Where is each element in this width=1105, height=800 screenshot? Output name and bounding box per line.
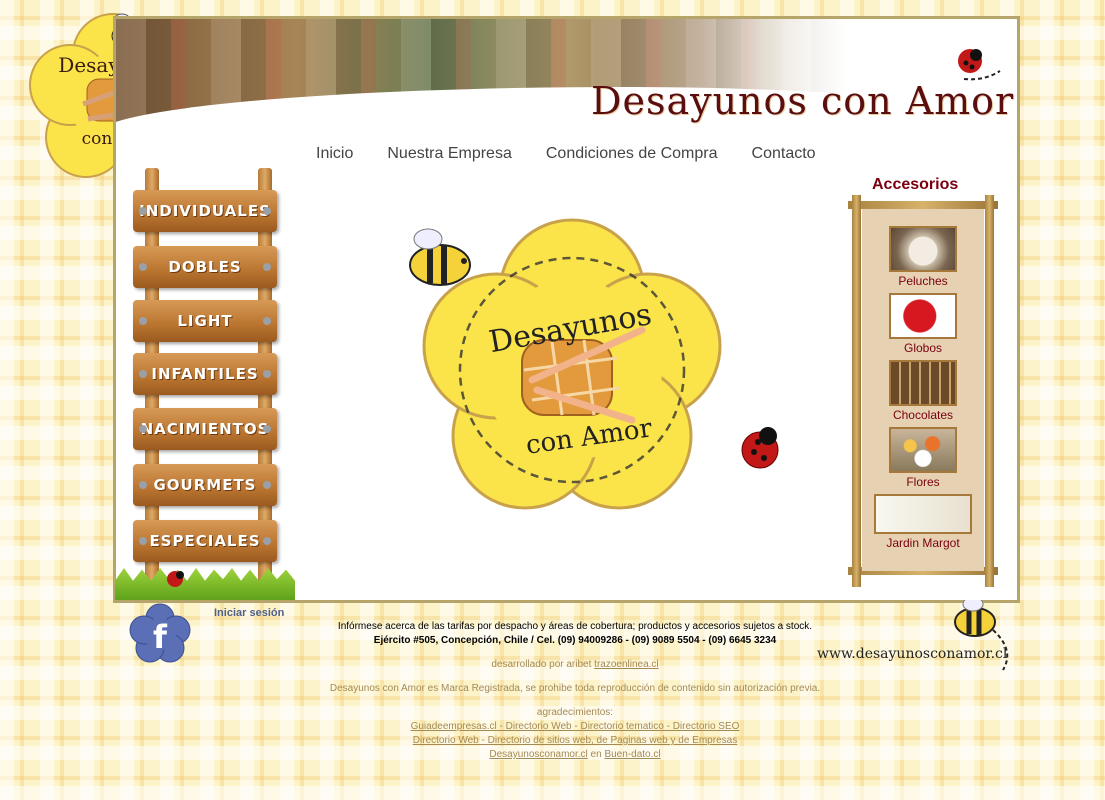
accessory-chocolates[interactable]: Chocolates	[862, 360, 984, 422]
dev-link[interactable]: trazoenlinea.cl	[594, 659, 658, 670]
accessory-label[interactable]: Peluches	[862, 274, 984, 288]
heart-balloon-icon[interactable]	[889, 293, 957, 339]
main-nav: Inicio Nuestra Empresa Condiciones de Co…	[316, 145, 816, 163]
category-individuales[interactable]: INDIVIDUALES	[133, 190, 277, 232]
accessory-peluches[interactable]: Peluches	[862, 226, 984, 288]
footer-info: Infórmese acerca de las tarifas por desp…	[337, 621, 813, 632]
footer-en: en	[590, 749, 602, 760]
footer-thanks: agradecimientos:	[536, 707, 614, 718]
accessory-label[interactable]: Flores	[862, 475, 984, 489]
chocolate-box-icon[interactable]	[889, 360, 957, 406]
login-link[interactable]: Iniciar sesión	[214, 607, 284, 619]
ladybug-icon	[958, 49, 1001, 81]
category-dobles[interactable]: DOBLES	[133, 246, 277, 288]
ladybug-icon	[167, 571, 184, 587]
thanks-link-1[interactable]: Guiadeempresas.cl - Directorio Web - Dir…	[411, 721, 740, 732]
brand-title: Desayunos con Amor	[591, 79, 1015, 123]
footer-dev: desarrollado por aribet	[491, 659, 592, 670]
svg-text:f: f	[153, 618, 168, 656]
accessory-label[interactable]: Globos	[862, 341, 984, 355]
plush-dog-icon[interactable]	[889, 226, 957, 272]
accessories-frame: Peluches Globos Chocolates Flores Jardin…	[848, 195, 998, 587]
nav-nuestra-empresa[interactable]: Nuestra Empresa	[387, 145, 512, 163]
category-infantiles[interactable]: INFANTILES	[133, 353, 277, 395]
footer-address: Ejército #505, Concepción, Chile / Cel. …	[373, 635, 777, 646]
footer: Infórmese acerca de las tarifas por desp…	[240, 620, 910, 762]
thanks-link-2[interactable]: Directorio Web - Directorio de sitios we…	[413, 735, 737, 746]
accessory-label[interactable]: Chocolates	[862, 408, 984, 422]
accessory-globos[interactable]: Globos	[862, 293, 984, 355]
nav-inicio[interactable]: Inicio	[316, 145, 353, 163]
nav-condiciones-de-compra[interactable]: Condiciones de Compra	[546, 145, 718, 163]
thanks-link-3[interactable]: Desayunosconamor.cl	[489, 749, 587, 760]
accessory-jardin-margot[interactable]: Jardin Margot	[862, 494, 984, 550]
website-badge: www.desayunosconamor.cl	[817, 600, 1009, 671]
category-nacimientos[interactable]: NACIMIENTOS	[133, 408, 277, 450]
accessory-label[interactable]: Jardin Margot	[862, 536, 984, 550]
category-menu: INDIVIDUALES DOBLES LIGHT INFANTILES NAC…	[115, 168, 295, 600]
accessories-title: Accesorios	[872, 176, 959, 193]
flowers-icon[interactable]	[889, 427, 957, 473]
footer-copyright: Desayunos con Amor es Marca Registrada, …	[329, 683, 821, 694]
grass-decoration	[115, 568, 295, 600]
thanks-link-4[interactable]: Buen-dato.cl	[604, 749, 660, 760]
website-text: www.desayunosconamor.cl	[817, 646, 1008, 662]
nav-contacto[interactable]: Contacto	[752, 145, 816, 163]
jardin-margot-logo[interactable]	[874, 494, 972, 534]
accessory-flores[interactable]: Flores	[862, 427, 984, 489]
hero-logo: Desayunos con Amor	[310, 200, 830, 540]
bee-icon	[954, 600, 996, 637]
category-light[interactable]: LIGHT	[133, 300, 277, 342]
category-gourmets[interactable]: GOURMETS	[133, 464, 277, 506]
category-especiales[interactable]: ESPECIALES	[133, 520, 277, 562]
facebook-icon[interactable]: f	[128, 602, 192, 664]
